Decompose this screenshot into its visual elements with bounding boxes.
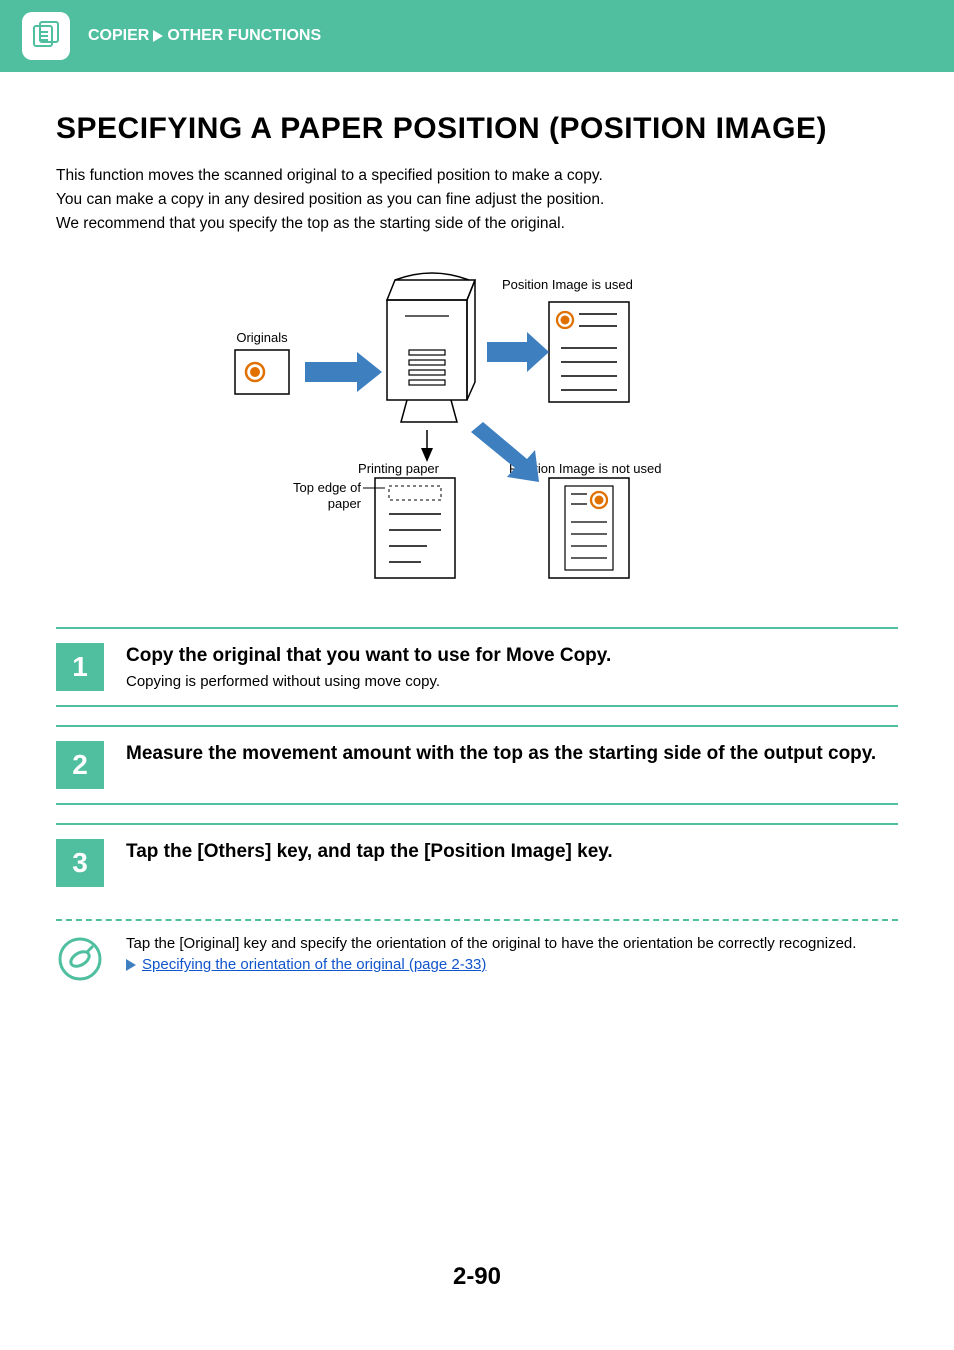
intro-line: We recommend that you specify the top as… bbox=[56, 212, 898, 236]
breadcrumb-subsection[interactable]: OTHER FUNCTIONS bbox=[167, 27, 321, 45]
step-3: 3 Tap the [Others] key, and tap the [Pos… bbox=[56, 823, 898, 901]
chevron-right-icon bbox=[153, 30, 163, 42]
step-title: Tap the [Others] key, and tap the [Posit… bbox=[126, 841, 898, 863]
page-title: SPECIFYING A PAPER POSITION (POSITION IM… bbox=[56, 112, 898, 146]
diagram-used-label: Position Image is used bbox=[502, 277, 633, 292]
step-title: Measure the movement amount with the top… bbox=[126, 743, 898, 765]
note: Tap the [Original] key and specify the o… bbox=[56, 935, 898, 1013]
diagram-top-edge-label2: paper bbox=[328, 496, 362, 511]
diagram-originals-label: Originals bbox=[236, 330, 288, 345]
copier-section-icon bbox=[22, 12, 70, 60]
step-number: 3 bbox=[56, 839, 104, 887]
link-arrow-icon bbox=[126, 959, 136, 971]
breadcrumb-section[interactable]: COPIER bbox=[88, 27, 149, 45]
intro-text: This function moves the scanned original… bbox=[56, 164, 898, 236]
page-header: COPIER OTHER FUNCTIONS bbox=[0, 0, 954, 72]
breadcrumb: COPIER OTHER FUNCTIONS bbox=[88, 27, 321, 45]
intro-line: You can make a copy in any desired posit… bbox=[56, 188, 898, 212]
diagram-printing-paper-label: Printing paper bbox=[358, 461, 440, 476]
note-icon bbox=[56, 935, 104, 983]
diagram-top-edge-label1: Top edge of bbox=[293, 480, 361, 495]
note-text: Tap the [Original] key and specify the o… bbox=[126, 935, 898, 952]
step-title: Copy the original that you want to use f… bbox=[126, 645, 898, 667]
step-number: 1 bbox=[56, 643, 104, 691]
diagram: Originals Position Image is used bbox=[56, 264, 898, 599]
intro-line: This function moves the scanned original… bbox=[56, 164, 898, 188]
step-desc: Copying is performed without using move … bbox=[126, 673, 898, 690]
note-separator bbox=[56, 919, 898, 921]
step-2: 2 Measure the movement amount with the t… bbox=[56, 725, 898, 805]
page-number: 2-90 bbox=[0, 1263, 954, 1321]
step-number: 2 bbox=[56, 741, 104, 789]
note-link[interactable]: Specifying the orientation of the origin… bbox=[142, 956, 486, 973]
step-1: 1 Copy the original that you want to use… bbox=[56, 627, 898, 707]
